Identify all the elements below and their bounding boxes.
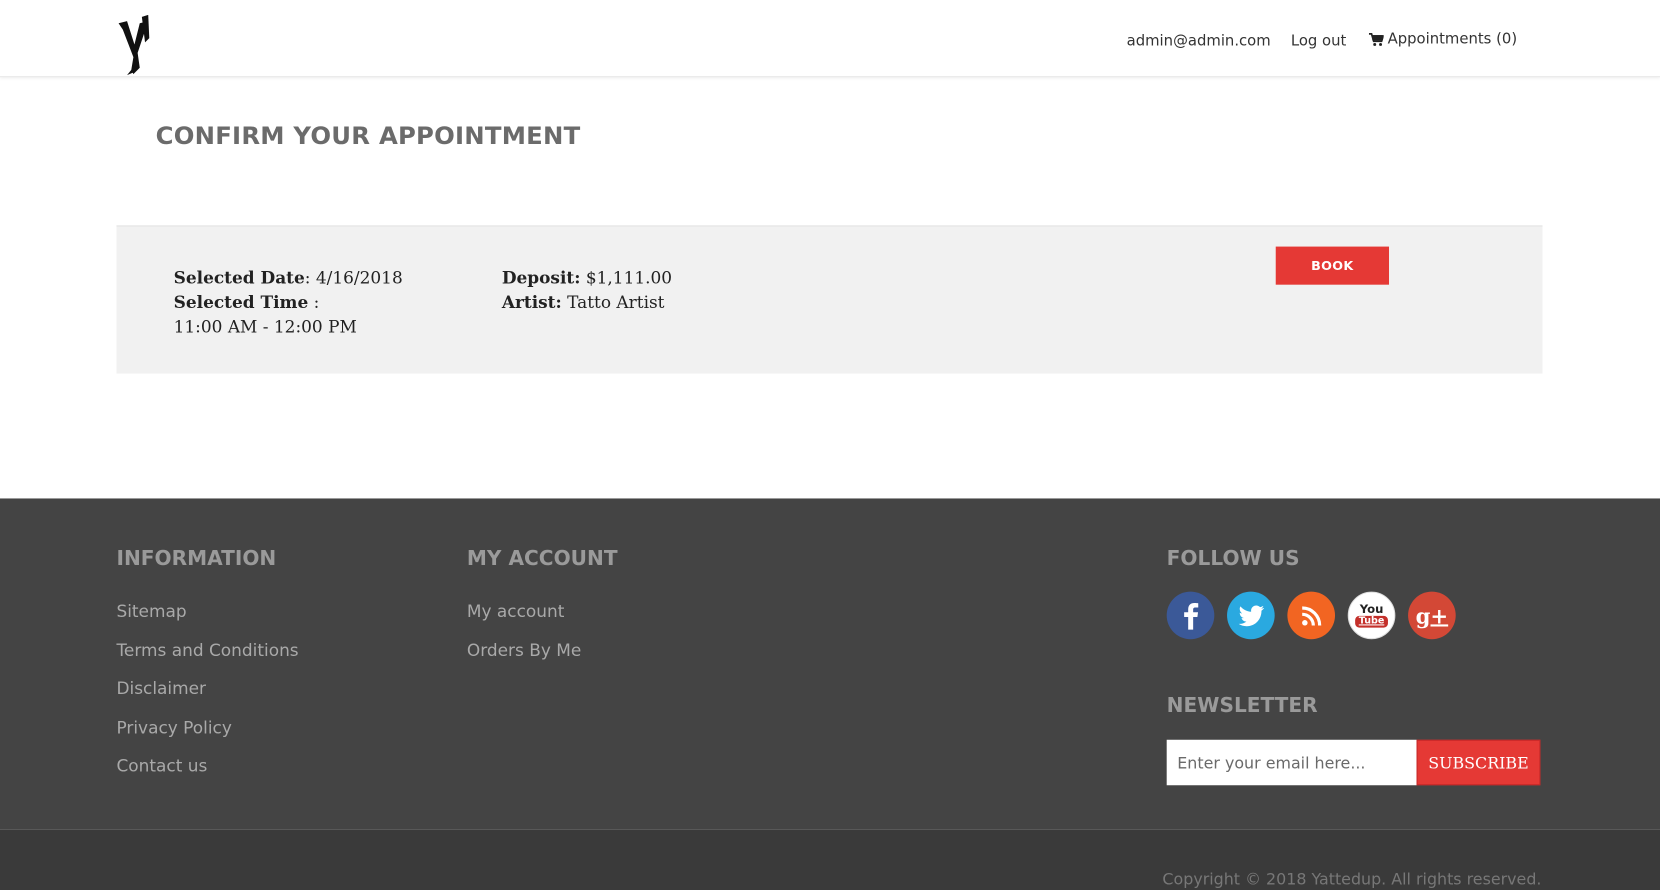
follow-us-heading: FOLLOW US [1166,547,1300,571]
page: admin@admin.com Log out Appointments (0)… [0,0,1660,890]
artist-value: Tatto Artist [561,292,665,313]
information-links: Sitemap Terms and Conditions Disclaimer … [116,601,298,794]
google-plus-text: g+ [1415,602,1449,629]
selected-time-separator: : [308,292,320,313]
twitter-icon[interactable] [1227,591,1275,640]
user-email-link[interactable]: admin@admin.com [1127,33,1271,50]
facebook-icon[interactable] [1166,591,1215,640]
footer-link-terms[interactable]: Terms and Conditions [116,640,298,660]
footer-link-sitemap[interactable]: Sitemap [116,601,186,621]
selected-date-label: Selected Date [173,267,305,288]
page-title: CONFIRM YOUR APPOINTMENT [155,122,581,151]
deposit-label: Deposit: [501,267,581,288]
deposit-value: $1,111.00 [580,267,673,288]
selected-time-label: Selected Time [173,292,309,313]
newsletter-email-input[interactable] [1166,739,1417,786]
artist-label: Artist: [501,292,562,313]
appointments-label: Appointments (0) [1387,30,1518,48]
google-plus-icon[interactable]: g+ [1408,591,1456,640]
date-time-details: Selected Date: 4/16/2018 Selected Time :… [174,266,403,339]
copyright-text: Copyright © 2018 Yattedup. All rights re… [1162,869,1542,889]
footer-link-disclaimer[interactable]: Disclaimer [116,678,206,698]
youtube-icon[interactable]: You Tube [1347,591,1396,640]
account-links: My account Orders By Me [467,601,581,678]
footer-link-contact[interactable]: Contact us [116,756,207,776]
deposit-artist-details: Deposit: $1,111.00 Artist: Tatto Artist [502,266,672,315]
site-logo[interactable] [116,14,154,76]
book-button[interactable]: BOOK [1275,246,1390,285]
selected-date-value: : 4/16/2018 [304,267,403,288]
site-header: admin@admin.com Log out Appointments (0) [0,0,1660,78]
my-account-heading: MY ACCOUNT [466,547,618,571]
newsletter-form: SUBSCRIBE [1166,739,1541,786]
youtube-tube-text: Tube [1355,615,1388,628]
site-footer: INFORMATION Sitemap Terms and Conditions… [0,498,1660,830]
footer-link-my-account[interactable]: My account [467,601,565,621]
subscribe-button[interactable]: SUBSCRIBE [1416,739,1541,786]
appointments-link[interactable]: Appointments (0) [1368,30,1518,48]
youtube-you-text: You [1359,602,1384,616]
rss-icon[interactable] [1287,591,1336,640]
appointment-summary: Selected Date: 4/16/2018 Selected Time :… [116,225,1543,374]
social-icons: You Tube g+ [1166,591,1469,640]
information-heading: INFORMATION [116,547,277,571]
selected-time-value: 11:00 AM - 12:00 PM [173,316,357,337]
newsletter-heading: NEWSLETTER [1166,694,1318,718]
footer-bottom-bar: Copyright © 2018 Yattedup. All rights re… [0,829,1660,890]
cart-icon [1368,32,1384,46]
footer-link-privacy[interactable]: Privacy Policy [116,717,231,737]
footer-link-orders[interactable]: Orders By Me [467,640,581,660]
logout-link[interactable]: Log out [1291,33,1346,50]
header-nav: admin@admin.com Log out Appointments (0) [1107,30,1518,50]
